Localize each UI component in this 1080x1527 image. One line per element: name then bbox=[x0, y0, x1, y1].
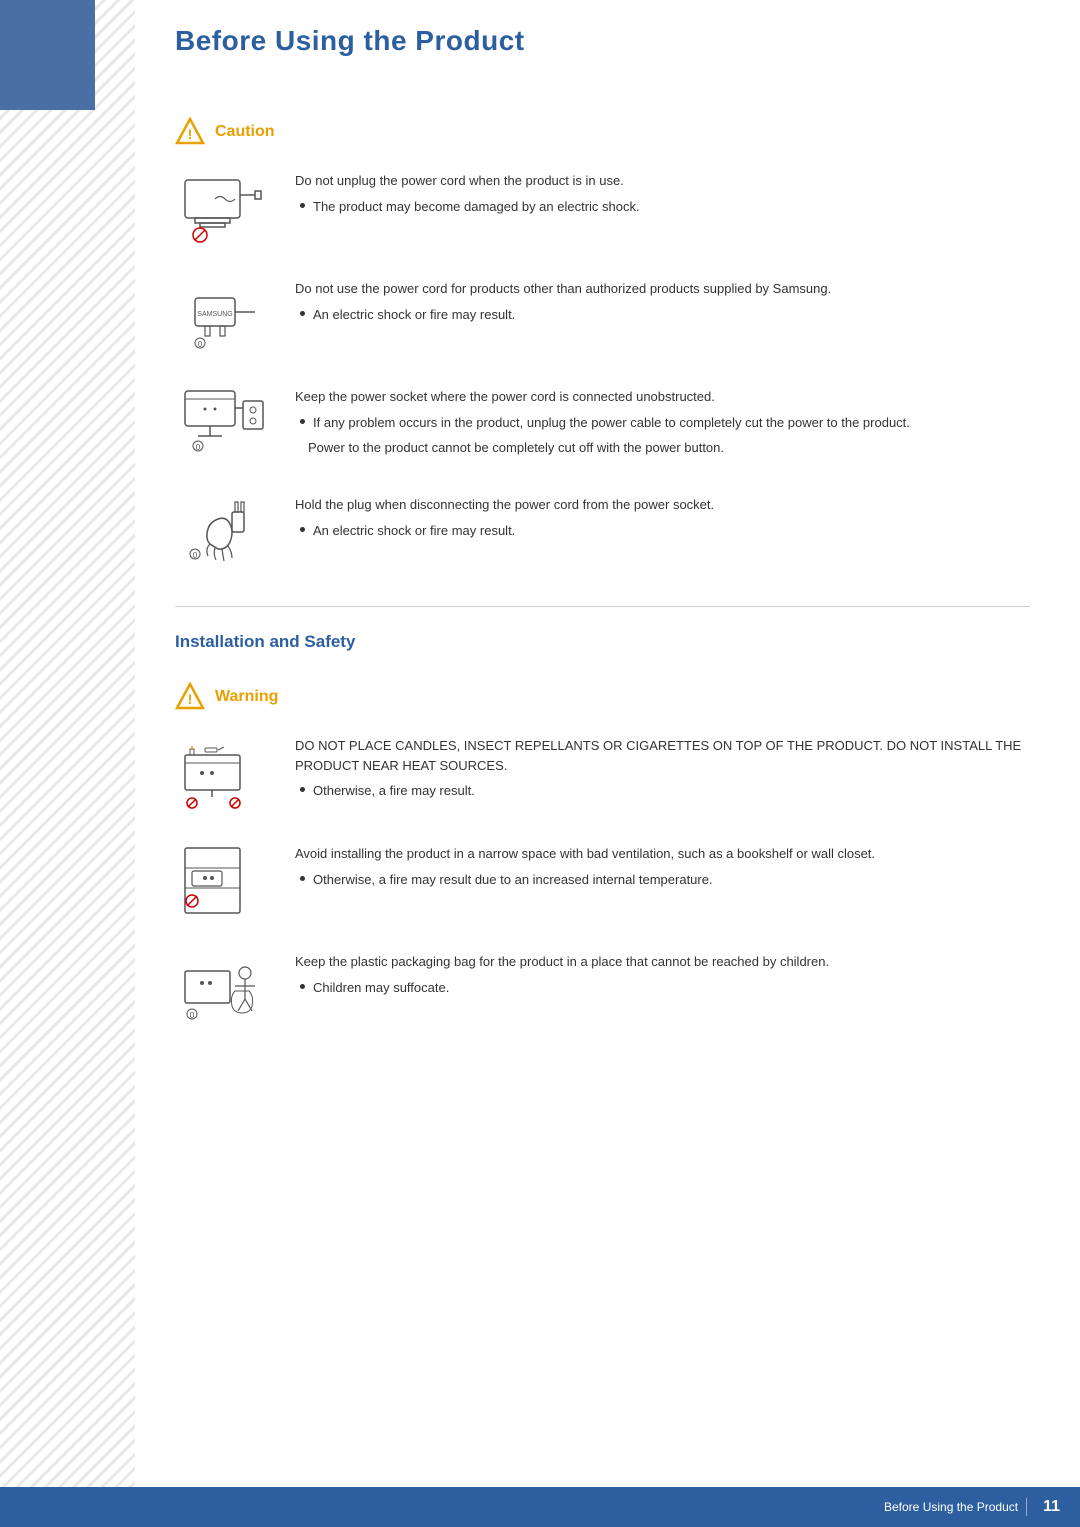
warning-image-3: 0 bbox=[175, 948, 275, 1028]
svg-text:0: 0 bbox=[193, 551, 198, 560]
page-title: Before Using the Product bbox=[175, 25, 1030, 57]
warning-item-1-bullet-text: Otherwise, a fire may result. bbox=[313, 781, 475, 801]
caution-item-1-bullet-text: The product may become damaged by an ele… bbox=[313, 197, 640, 217]
caution-item-2-bullet: An electric shock or fire may result. bbox=[300, 305, 1030, 325]
svg-text:0: 0 bbox=[196, 443, 201, 452]
caution-image-3: 0 bbox=[175, 383, 275, 463]
footer-label: Before Using the Product bbox=[884, 1500, 1018, 1514]
warning-image-1 bbox=[175, 732, 275, 812]
caution-item-3: 0 Keep the power socket where the power … bbox=[175, 383, 1030, 463]
svg-text:!: ! bbox=[188, 126, 193, 142]
caution-item-3-main: Keep the power socket where the power co… bbox=[295, 387, 1030, 407]
bullet-dot bbox=[300, 527, 305, 532]
caution-item-3-text: Keep the power socket where the power co… bbox=[295, 383, 1030, 458]
bullet-dot bbox=[300, 984, 305, 989]
warning-item-1-bullet: Otherwise, a fire may result. bbox=[300, 781, 1030, 801]
installation-safety-heading: Installation and Safety bbox=[175, 606, 1030, 652]
bullet-dot bbox=[300, 787, 305, 792]
warning-item-3-text: Keep the plastic packaging bag for the p… bbox=[295, 948, 1030, 997]
caution-item-4: 0 Hold the plug when disconnecting the p… bbox=[175, 491, 1030, 571]
caution-item-3-bullet: If any problem occurs in the product, un… bbox=[300, 413, 1030, 433]
warning-section-header: ! Warning bbox=[175, 682, 1030, 712]
page-content: Before Using the Product ! Caution bbox=[135, 0, 1080, 1116]
warning-item-2-main: Avoid installing the product in a narrow… bbox=[295, 844, 1030, 864]
warning-item-2-bullet-text: Otherwise, a fire may result due to an i… bbox=[313, 870, 713, 890]
caution-item-1-text: Do not unplug the power cord when the pr… bbox=[295, 167, 1030, 216]
plastic-bag-icon: 0 bbox=[180, 951, 270, 1026]
warning-label: Warning bbox=[215, 688, 278, 706]
bullet-dot bbox=[300, 419, 305, 424]
caution-item-2-bullet-text: An electric shock or fire may result. bbox=[313, 305, 515, 325]
svg-text:0: 0 bbox=[198, 340, 203, 349]
svg-text:SAMSUNG: SAMSUNG bbox=[197, 311, 232, 318]
caution-section-header: ! Caution bbox=[175, 117, 1030, 147]
samsung-adapter-icon: SAMSUNG 0 bbox=[180, 278, 270, 353]
warning-item-2: Avoid installing the product in a narrow… bbox=[175, 840, 1030, 920]
caution-icon: ! bbox=[175, 117, 205, 147]
caution-image-4: 0 bbox=[175, 491, 275, 571]
caution-item-3-sub: Power to the product cannot be completel… bbox=[308, 438, 1030, 458]
power-socket-icon: 0 bbox=[180, 386, 270, 461]
caution-item-1-main: Do not unplug the power cord when the pr… bbox=[295, 171, 1030, 191]
caution-item-2-main: Do not use the power cord for products o… bbox=[295, 279, 1030, 299]
caution-item-4-text: Hold the plug when disconnecting the pow… bbox=[295, 491, 1030, 540]
left-decorative-bar bbox=[0, 0, 135, 1527]
caution-label: Caution bbox=[215, 123, 275, 141]
warning-item-2-text: Avoid installing the product in a narrow… bbox=[295, 840, 1030, 889]
warning-item-1: DO NOT PLACE CANDLES, INSECT REPELLANTS … bbox=[175, 732, 1030, 812]
bookshelf-icon bbox=[180, 843, 270, 918]
caution-item-1: Do not unplug the power cord when the pr… bbox=[175, 167, 1030, 247]
bullet-dot bbox=[300, 311, 305, 316]
warning-item-1-main: DO NOT PLACE CANDLES, INSECT REPELLANTS … bbox=[295, 736, 1030, 775]
svg-text:!: ! bbox=[188, 691, 193, 707]
caution-item-4-main: Hold the plug when disconnecting the pow… bbox=[295, 495, 1030, 515]
fire-hazard-icon bbox=[180, 735, 270, 810]
power-cord-icon bbox=[180, 170, 270, 245]
warning-item-1-text: DO NOT PLACE CANDLES, INSECT REPELLANTS … bbox=[295, 732, 1030, 801]
caution-item-1-bullet: The product may become damaged by an ele… bbox=[300, 197, 1030, 217]
caution-item-4-bullet: An electric shock or fire may result. bbox=[300, 521, 1030, 541]
caution-image-1 bbox=[175, 167, 275, 247]
page-header: Before Using the Product bbox=[175, 0, 1030, 87]
left-blue-bar bbox=[0, 0, 95, 110]
bullet-dot bbox=[300, 203, 305, 208]
bullet-dot bbox=[300, 876, 305, 881]
caution-image-2: SAMSUNG 0 bbox=[175, 275, 275, 355]
warning-item-2-bullet: Otherwise, a fire may result due to an i… bbox=[300, 870, 1030, 890]
warning-item-3-main: Keep the plastic packaging bag for the p… bbox=[295, 952, 1030, 972]
page-footer: Before Using the Product 11 bbox=[0, 1487, 1080, 1527]
caution-item-3-bullet-text: If any problem occurs in the product, un… bbox=[313, 413, 910, 433]
warning-item-3-bullet-text: Children may suffocate. bbox=[313, 978, 449, 998]
warning-image-2 bbox=[175, 840, 275, 920]
hold-plug-icon: 0 bbox=[180, 494, 270, 569]
footer-divider bbox=[1026, 1498, 1027, 1516]
warning-item-3: 0 Keep the plastic packaging bag for the… bbox=[175, 948, 1030, 1028]
svg-text:0: 0 bbox=[190, 1011, 195, 1020]
caution-item-2-text: Do not use the power cord for products o… bbox=[295, 275, 1030, 324]
caution-item-2: SAMSUNG 0 Do not use the power cord for … bbox=[175, 275, 1030, 355]
caution-item-4-bullet-text: An electric shock or fire may result. bbox=[313, 521, 515, 541]
footer-page-number: 11 bbox=[1043, 1498, 1060, 1516]
warning-item-3-bullet: Children may suffocate. bbox=[300, 978, 1030, 998]
warning-icon: ! bbox=[175, 682, 205, 712]
